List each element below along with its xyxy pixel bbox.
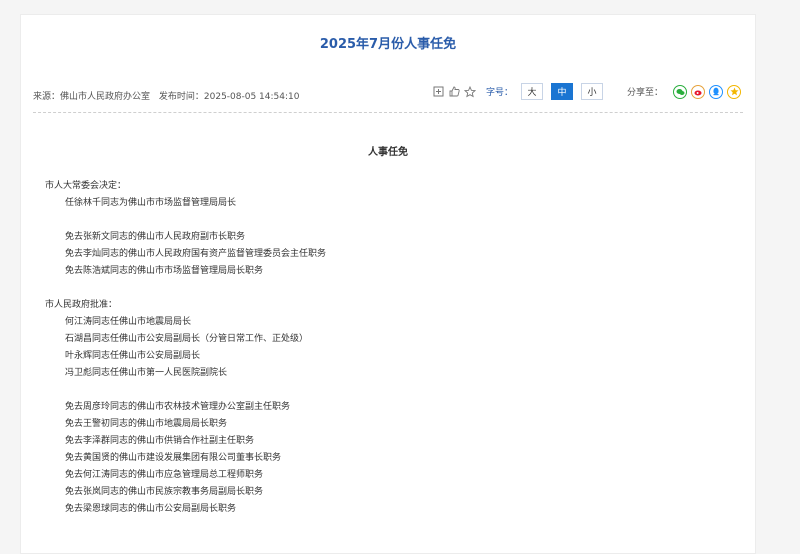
share-label: 分享至： (626, 88, 663, 98)
publish-time: 发布时间：2025-08-05 14:54:10 (158, 92, 300, 102)
meta-divider (33, 112, 743, 113)
font-size-medium-button[interactable]: 中 (550, 83, 573, 100)
article-card: 2025年7月份人事任免 来源：佛山市人民政府办公室 发布时间：2025-08-… (20, 14, 756, 554)
content-line: 免去张岚同志的佛山市民族宗教事务局副局长职务 (65, 487, 264, 497)
thumbs-up-icon[interactable] (448, 85, 461, 98)
qq-share-icon[interactable] (709, 84, 723, 99)
star-icon[interactable] (464, 85, 477, 98)
content-line: 叶永辉同志任佛山市公安局副局长 (65, 351, 201, 361)
source-text: 来源：佛山市人民政府办公室 (33, 92, 151, 102)
article-meta: 来源：佛山市人民政府办公室 发布时间：2025-08-05 14:54:10 (33, 89, 305, 102)
section-title: 市人大常委会决定： (45, 181, 127, 191)
font-size-small-button[interactable]: 小 (580, 83, 603, 100)
content-line: 免去周彦玲同志的佛山市农林技术管理办公室副主任职务 (65, 402, 291, 412)
content-line: 免去梁恩球同志的佛山市公安局副局长职务 (65, 504, 237, 514)
content-line: 石湖昌同志任佛山市公安局副局长（分管日常工作、正处级） (65, 334, 309, 344)
content-line: 免去张新文同志的佛山市人民政府副市长职务 (65, 232, 246, 242)
content-line: 任徐林千同志为佛山市市场监督管理局局长 (65, 198, 237, 208)
font-size-large-button[interactable]: 大 (520, 83, 543, 100)
print-icon[interactable] (432, 85, 445, 98)
section-title: 市人民政府批准： (45, 300, 118, 310)
content-line: 免去李泽群同志的佛山市供销合作社副主任职务 (65, 436, 255, 446)
content-line: 免去王警初同志的佛山市地震局局长职务 (65, 419, 228, 429)
document-heading: 人事任免 (368, 147, 408, 158)
content-line: 何江涛同志任佛山市地震局局长 (65, 317, 192, 327)
content-line: 冯卫彪同志任佛山市第一人民医院副院长 (65, 368, 228, 378)
article-title: 2025年7月份人事任免 (319, 37, 457, 52)
article-body: 市人大常委会决定： 任徐林千同志为佛山市市场监督管理局局长 免去张新文同志的佛山… (45, 178, 326, 518)
article-toolbar: 字号： 大 中 小 分享至： (432, 83, 741, 100)
font-size-label: 字号： (485, 88, 513, 98)
wechat-share-icon[interactable] (673, 84, 687, 99)
content-line: 免去李灿同志的佛山市人民政府国有资产监督管理委员会主任职务 (65, 249, 327, 259)
content-line: 免去陈浩斌同志的佛山市市场监督管理局局长职务 (65, 266, 264, 276)
qzone-share-icon[interactable] (727, 84, 741, 99)
content-line: 免去何江涛同志的佛山市应急管理局总工程师职务 (65, 470, 264, 480)
content-line: 免去黄国贤的佛山市建设发展集团有限公司董事长职务 (65, 453, 282, 463)
weibo-share-icon[interactable] (691, 84, 705, 99)
